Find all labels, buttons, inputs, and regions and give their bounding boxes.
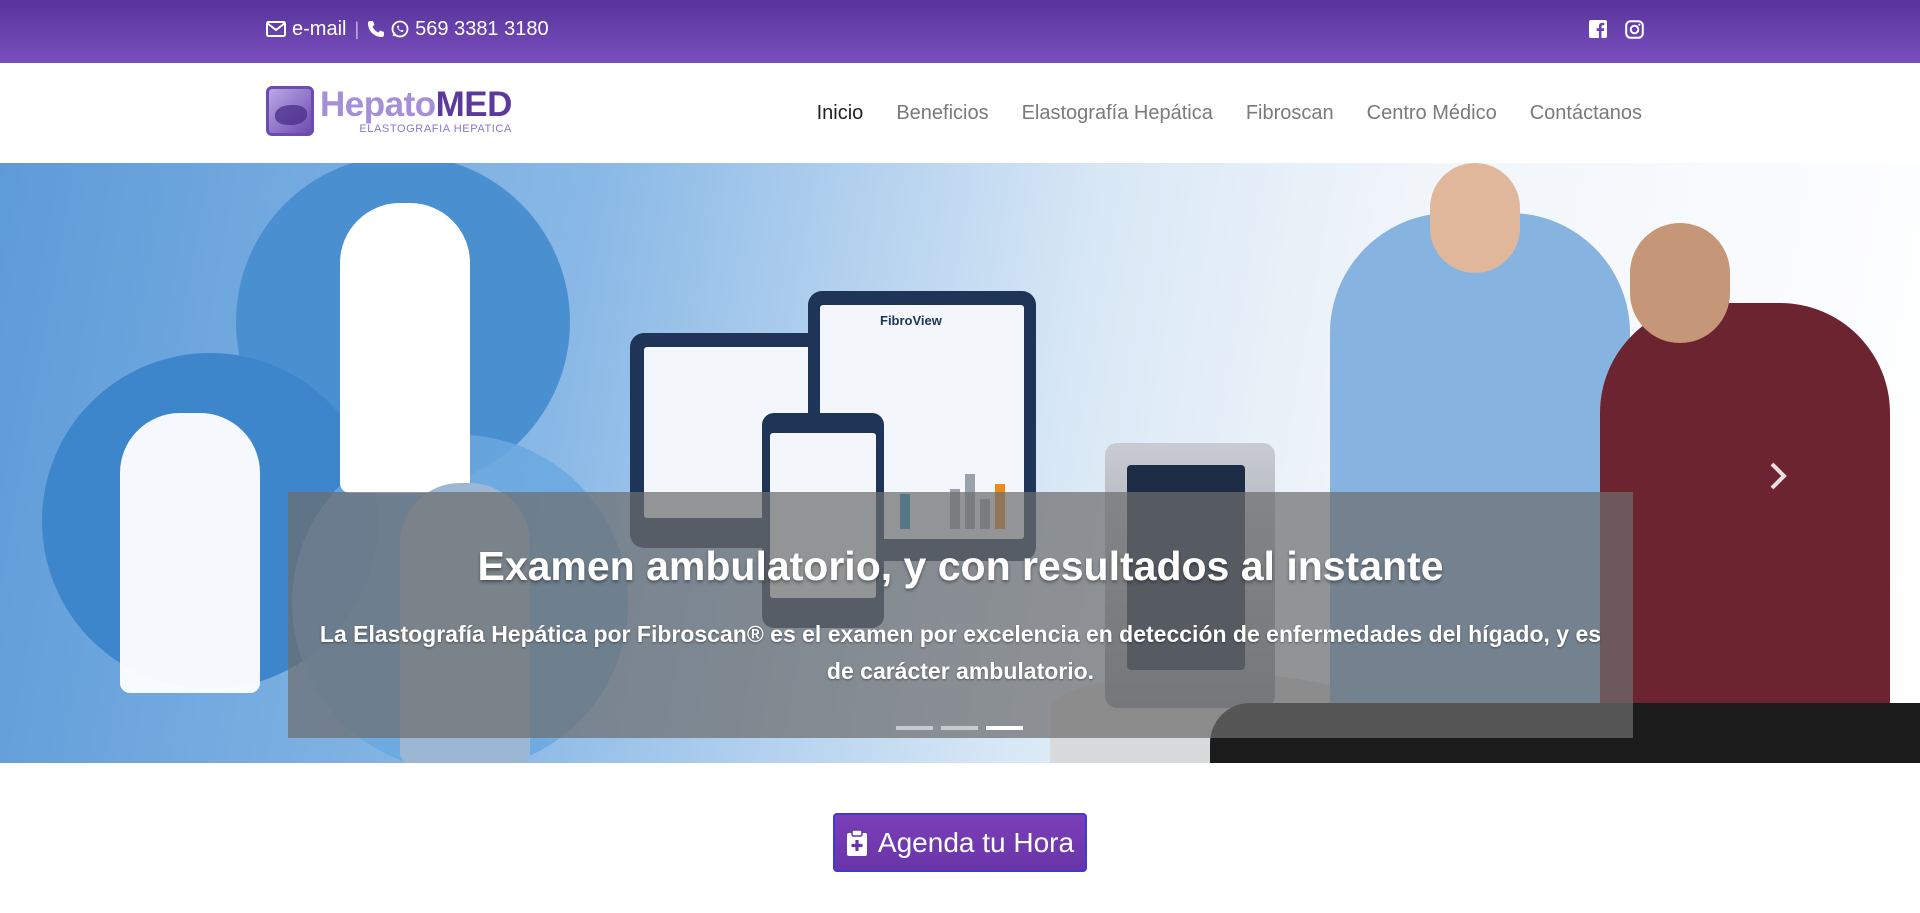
main-nav: Inicio Beneficios Elastografía Hepática … [817,63,1642,163]
instagram-icon[interactable] [1625,19,1644,39]
phone-number: 569 3381 3180 [415,17,549,40]
carousel-indicator-2[interactable] [941,726,978,730]
social-links [1589,0,1644,58]
phone-icon [367,20,385,38]
site-header: HepatoMED ELASTOGRAFIA HEPATICA Inicio B… [0,63,1920,163]
contact-separator: | [354,18,360,39]
nurse-silhouette [120,413,260,693]
facebook-icon[interactable] [1589,20,1607,38]
email-link[interactable]: e-mail [266,18,346,41]
logo-brand: HepatoMED [320,85,512,124]
nav-item-inicio[interactable]: Inicio [817,102,864,125]
patient-photo [1600,223,1890,763]
carousel-next-button[interactable] [1758,446,1798,506]
carousel-indicator-3[interactable] [986,726,1023,730]
carousel-indicator-1[interactable] [896,726,933,730]
clipboard-plus-icon [846,828,868,857]
agenda-button-label: Agenda tu Hora [877,826,1075,858]
doctor-silhouette [340,203,470,493]
caption-title: Examen ambulatorio, y con resultados al … [477,543,1444,589]
nav-item-beneficios[interactable]: Beneficios [896,102,988,125]
logo-tagline: ELASTOGRAFIA HEPATICA [359,123,512,135]
site-logo[interactable]: HepatoMED ELASTOGRAFIA HEPATICA [266,86,512,136]
whatsapp-icon [391,20,409,38]
contact-info: e-mail | 569 3381 3180 [266,0,549,58]
nav-item-fibroscan[interactable]: Fibroscan [1246,102,1334,125]
envelope-icon [266,21,286,37]
top-contact-bar: e-mail | 569 3381 3180 [0,0,1920,63]
agenda-button[interactable]: Agenda tu Hora [833,813,1087,872]
nav-item-centro-medico[interactable]: Centro Médico [1367,102,1497,125]
fibroview-label: FibroView [880,313,942,328]
caption-text: La Elastografía Hepática por Fibroscan® … [319,621,1602,684]
nav-item-elastografia-hepatica[interactable]: Elastografía Hepática [1022,102,1213,125]
carousel-indicators [896,726,1023,730]
email-label: e-mail [292,17,347,40]
logo-text: HepatoMED ELASTOGRAFIA HEPATICA [320,87,512,135]
chevron-right-icon [1768,461,1788,491]
carousel-caption: Examen ambulatorio, y con resultados al … [288,492,1633,738]
phone-link[interactable]: 569 3381 3180 [367,17,549,41]
hero-carousel: FibroView Examen ambulatorio, y con resu… [0,163,1920,763]
liver-logo-icon [266,86,314,136]
nav-item-contactanos[interactable]: Contáctanos [1530,102,1642,125]
